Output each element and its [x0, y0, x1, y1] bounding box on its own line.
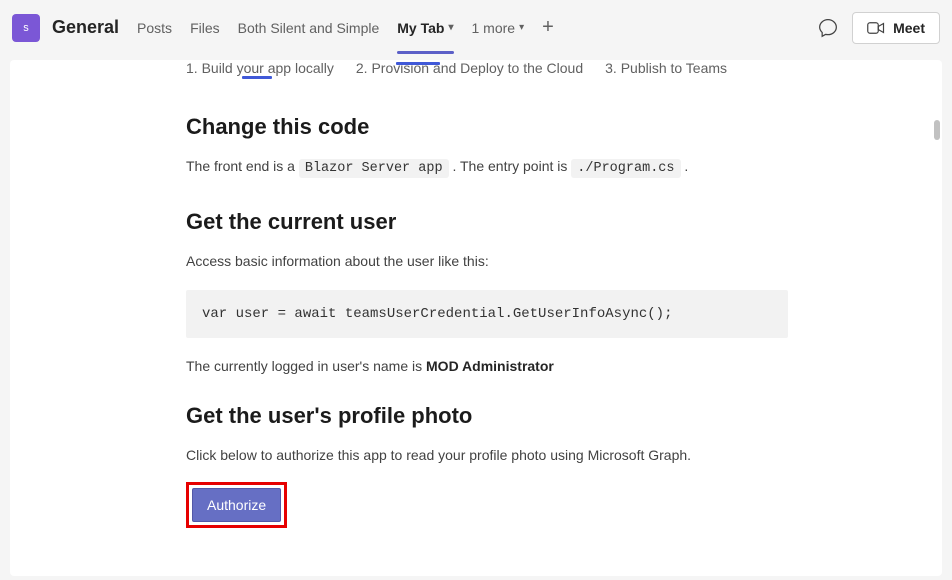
- content-area: 1. Build your app locally 2. Provision a…: [10, 60, 942, 576]
- app-icon[interactable]: s: [12, 14, 40, 42]
- paragraph: Access basic information about the user …: [186, 251, 902, 272]
- step-provision-deploy[interactable]: 2. Provision and Deploy to the Cloud: [356, 60, 583, 76]
- tab-label: My Tab: [397, 20, 444, 36]
- tabs-container: Posts Files Both Silent and Simple My Ta…: [137, 16, 818, 40]
- code-block: var user = await teamsUserCredential.Get…: [186, 290, 788, 338]
- step-publish[interactable]: 3. Publish to Teams: [605, 60, 727, 76]
- text: The currently logged in user's name is: [186, 358, 426, 374]
- tab-label: 1 more: [472, 20, 516, 36]
- tab-both-silent-simple[interactable]: Both Silent and Simple: [238, 16, 380, 40]
- user-name: MOD Administrator: [426, 358, 554, 374]
- paragraph: The currently logged in user's name is M…: [186, 356, 902, 377]
- step-build-locally[interactable]: 1. Build your app locally: [186, 60, 334, 76]
- chevron-down-icon: ▾: [519, 22, 524, 33]
- text: . The entry point is: [452, 158, 571, 174]
- authorize-button[interactable]: Authorize: [192, 488, 281, 522]
- tab-my-tab[interactable]: My Tab ▾: [397, 16, 453, 40]
- meet-button[interactable]: Meet: [852, 12, 940, 44]
- authorize-highlight: Authorize: [186, 482, 287, 528]
- tab-files[interactable]: Files: [190, 16, 220, 40]
- text: The front end is a: [186, 158, 299, 174]
- chat-icon[interactable]: [818, 18, 838, 38]
- chevron-down-icon: ▾: [448, 22, 453, 33]
- tab-more[interactable]: 1 more ▾: [472, 16, 525, 40]
- tab-label: Both Silent and Simple: [238, 20, 380, 36]
- paragraph: Click below to authorize this app to rea…: [186, 445, 902, 466]
- code-inline: Blazor Server app: [299, 159, 449, 178]
- tab-label: Files: [190, 20, 220, 36]
- step-tabs: 1. Build your app locally 2. Provision a…: [186, 60, 902, 76]
- meet-label: Meet: [893, 20, 925, 36]
- paragraph: The front end is a Blazor Server app . T…: [186, 156, 902, 179]
- tab-posts[interactable]: Posts: [137, 16, 172, 40]
- step-underline: [396, 62, 440, 65]
- step-underline: [242, 76, 272, 79]
- heading-change-code: Change this code: [186, 114, 902, 140]
- scrollbar-thumb[interactable]: [934, 120, 940, 140]
- code-inline: ./Program.cs: [571, 159, 680, 178]
- text: .: [684, 158, 688, 174]
- video-icon: [867, 21, 885, 35]
- add-tab-button[interactable]: +: [542, 16, 554, 39]
- heading-profile-photo: Get the user's profile photo: [186, 403, 902, 429]
- channel-title: General: [52, 17, 119, 38]
- tab-label: Posts: [137, 20, 172, 36]
- heading-current-user: Get the current user: [186, 209, 902, 235]
